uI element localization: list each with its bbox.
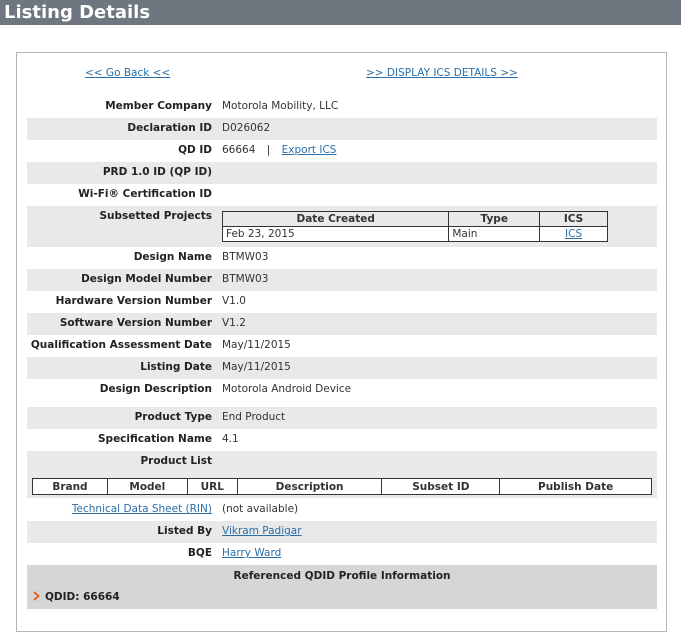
member-company-row: Member Company Motorola Mobility, LLC [27,96,657,118]
column-header-ics: ICS [539,211,608,227]
listing-date-row: Listing Date May/11/2015 [27,357,657,379]
specification-name-label: Specification Name [97,433,212,445]
product-type-label: Product Type [134,411,212,423]
listed-by-label: Listed By [157,525,212,537]
specification-name-value: 4.1 [222,433,239,445]
display-ics-details-link[interactable]: >> DISPLAY ICS DETAILS >> [366,67,518,79]
member-company-value: Motorola Mobility, LLC [222,100,339,112]
export-ics-link[interactable]: Export ICS [282,144,337,156]
listed-by-row: Listed By Vikram Padigar [27,521,657,543]
software-version-row: Software Version Number V1.2 [27,313,657,335]
product-type-value: End Product [222,411,286,423]
subsetted-projects-table: Date Created Type ICS Feb 23, 2015 Main … [221,211,608,242]
qd-id-label: QD ID [178,144,212,156]
prd-id-label: PRD 1.0 ID (QP ID) [102,166,212,178]
bqe-link[interactable]: Harry Ward [222,547,281,559]
product-list-label: Product List [140,455,212,467]
listing-date-label: Listing Date [140,361,212,373]
design-description-row: Design Description Motorola Android Devi… [27,379,657,401]
subset-table-header: Date Created Type ICS [221,211,608,227]
technical-data-sheet-value: (not available) [222,503,299,515]
design-name-row: Design Name BTMW03 [27,247,657,269]
column-header-date-created: Date Created [221,211,450,227]
prd-id-row: PRD 1.0 ID (QP ID) [27,162,657,184]
qdid-expander[interactable]: QDID: 66664 [33,591,120,603]
qd-id-separator: | [266,144,271,156]
design-description-value: Motorola Android Device [222,383,352,395]
product-list-table: Brand Model URL Description Subset ID Pu… [32,478,652,495]
type-cell: Main [448,226,541,242]
subsetted-projects-label: Subsetted Projects [99,210,212,222]
software-version-value: V1.2 [222,317,246,329]
ics-link[interactable]: ICS [565,228,582,240]
design-model-number-label: Design Model Number [81,273,212,285]
declaration-id-value: D026062 [222,122,271,134]
declaration-id-label: Declaration ID [127,122,212,134]
page-title: Listing Details [4,2,151,23]
qdid-label: QDID: 66664 [45,591,120,603]
go-back-link[interactable]: << Go Back << [85,67,170,79]
technical-data-sheet-link[interactable]: Technical Data Sheet (RIN) [72,503,212,515]
referenced-qdid-title: Referenced QDID Profile Information [233,570,451,582]
date-created-cell: Feb 23, 2015 [221,226,450,242]
chevron-right-icon [33,591,41,601]
qualification-assessment-date-label: Qualification Assessment Date [30,339,212,351]
column-header-model: Model [106,478,188,495]
qualification-assessment-date-row: Qualification Assessment Date May/11/201… [27,335,657,357]
hardware-version-value: V1.0 [222,295,246,307]
wifi-cert-row: Wi-Fi® Certification ID [27,184,657,206]
software-version-label: Software Version Number [59,317,212,329]
product-table-header: Brand Model URL Description Subset ID Pu… [32,478,652,495]
referenced-qdid-section: Referenced QDID Profile Information QDID… [27,565,657,609]
listing-date-value: May/11/2015 [222,361,291,373]
wifi-cert-label: Wi-Fi® Certification ID [78,188,212,200]
listed-by-link[interactable]: Vikram Padigar [222,525,302,537]
hardware-version-label: Hardware Version Number [55,295,212,307]
design-description-label: Design Description [99,383,212,395]
hardware-version-row: Hardware Version Number V1.0 [27,291,657,313]
member-company-label: Member Company [105,100,212,112]
design-name-label: Design Name [133,251,212,263]
design-model-number-row: Design Model Number BTMW03 [27,269,657,291]
technical-data-sheet-row: Technical Data Sheet (RIN) (not availabl… [27,499,657,521]
product-type-row: Product Type End Product [27,407,657,429]
column-header-description: Description [236,478,383,495]
column-header-brand: Brand [32,478,108,495]
ics-cell: ICS [539,226,608,242]
column-header-subset-id: Subset ID [381,478,501,495]
table-row: Feb 23, 2015 Main ICS [221,226,608,242]
bqe-label: BQE [187,547,212,559]
qd-id-value: 66664 [222,144,256,156]
bqe-row: BQE Harry Ward [27,543,657,565]
qd-id-value-group: 66664 | Export ICS [222,144,336,156]
column-header-publish-date: Publish Date [499,478,652,495]
design-name-value: BTMW03 [222,251,269,263]
column-header-type: Type [448,211,541,227]
declaration-id-row: Declaration ID D026062 [27,118,657,140]
qualification-assessment-date-value: May/11/2015 [222,339,291,351]
design-model-number-value: BTMW03 [222,273,269,285]
specification-name-row: Specification Name 4.1 [27,429,657,451]
qd-id-row: QD ID 66664 | Export ICS [27,140,657,162]
page-header: Listing Details [0,0,681,25]
column-header-url: URL [186,478,238,495]
